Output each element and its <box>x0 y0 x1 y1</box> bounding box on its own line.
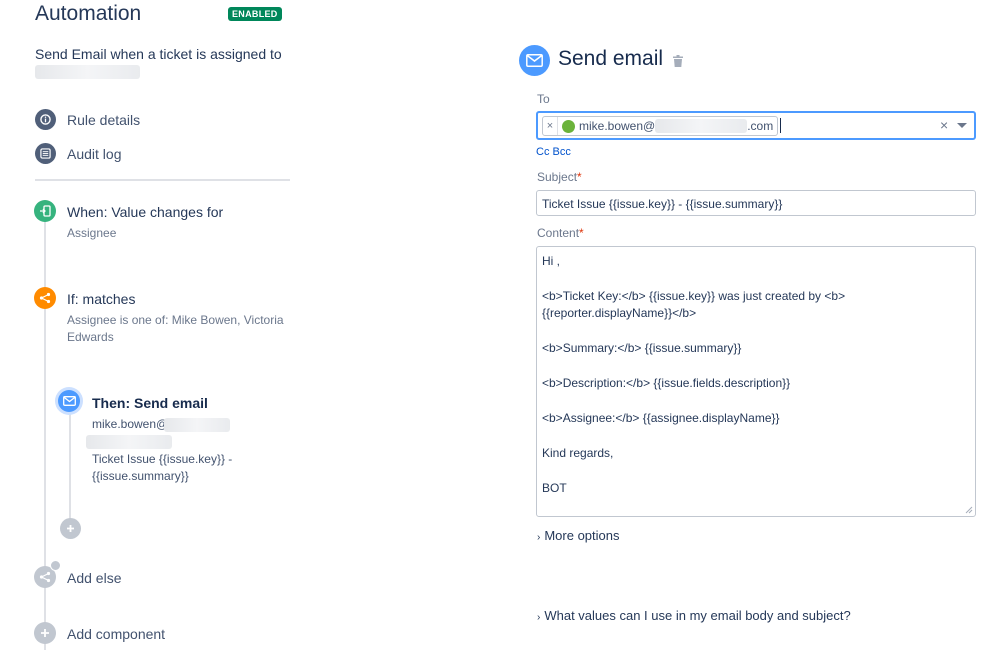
required-mark: * <box>577 170 582 184</box>
content-line: <b>Summary:</b> {{issue.summary}} <box>542 341 742 355</box>
remove-recipient-button[interactable]: × <box>543 117 558 135</box>
nav-rule-details[interactable]: Rule details <box>35 109 140 130</box>
recipient-suffix: .com <box>747 119 774 133</box>
status-badge: ENABLED <box>228 7 282 21</box>
add-component-button[interactable]: Add component <box>67 626 165 642</box>
recipient-prefix: mike.bowen@ <box>579 119 656 133</box>
condition-title: If: matches <box>67 291 136 307</box>
to-label: To <box>537 92 550 106</box>
nav-label: Rule details <box>67 111 141 128</box>
nav-label: Audit log <box>67 145 122 162</box>
action-title: Then: Send email <box>92 395 208 411</box>
subject-value: Ticket Issue {{issue.key}} - {{issue.sum… <box>542 197 783 211</box>
content-textarea[interactable]: Hi , <b>Ticket Key:</b> {{issue.key}} wa… <box>536 246 976 517</box>
action-subject: Ticket Issue {{issue.key}} - {{issue.sum… <box>92 451 232 485</box>
text-cursor <box>780 118 781 133</box>
clear-icon[interactable]: × <box>940 117 948 133</box>
trigger-node[interactable]: When: Value changes for Assignee <box>67 204 223 242</box>
flow-line-branch <box>69 402 71 528</box>
content-line: <b>Ticket Key:</b> {{issue.key}} was jus… <box>542 289 846 303</box>
email-icon <box>519 45 550 76</box>
add-else-button[interactable]: Add else <box>67 570 121 586</box>
resize-handle-icon[interactable] <box>965 506 973 514</box>
trigger-subtitle: Assignee <box>67 226 117 240</box>
chevron-right-icon: › <box>537 532 541 543</box>
email-icon[interactable] <box>58 390 80 412</box>
content-line: Kind regards, <box>542 446 614 460</box>
divider <box>35 179 290 181</box>
content-line: Hi , <box>542 254 560 268</box>
content-line: <b>Description:</b> {{issue.fields.descr… <box>542 376 791 390</box>
redacted-text <box>655 119 748 133</box>
editor-title: Send email <box>558 47 664 70</box>
content-line: {{reporter.displayName}}</b> <box>542 306 697 320</box>
action-subject-line: {{issue.summary}} <box>92 469 189 483</box>
redacted-text <box>164 418 230 432</box>
content-label: Content* <box>537 226 584 240</box>
list-icon <box>35 143 56 164</box>
redacted-text <box>35 65 140 79</box>
condition-node[interactable]: If: matches Assignee is one of: Mike Bow… <box>67 291 284 346</box>
info-icon <box>35 109 56 130</box>
condition-subtitle: Edwards <box>67 330 114 344</box>
redacted-text <box>86 435 172 449</box>
chevron-down-icon[interactable] <box>957 123 967 128</box>
to-field[interactable]: × mike.bowen@ .com × <box>536 111 976 140</box>
trigger-icon[interactable] <box>34 200 56 222</box>
avatar <box>562 119 575 133</box>
trigger-title: When: Value changes for <box>67 204 224 220</box>
content-line: <b>Assignee:</b> {{assignee.displayName}… <box>542 411 780 425</box>
action-subject-line: Ticket Issue {{issue.key}} - <box>92 452 233 466</box>
add-else-badge <box>50 560 61 571</box>
subject-label: Subject* <box>537 170 582 184</box>
help-values-label: What values can I use in my email body a… <box>544 608 851 623</box>
required-mark: * <box>579 226 584 240</box>
condition-subtitle: Assignee is one of: Mike Bowen, Victoria <box>67 313 284 327</box>
cc-bcc-link[interactable]: Cc Bcc <box>536 146 571 158</box>
rule-name: Send Email when a ticket is assigned to <box>35 46 282 62</box>
nav-audit-log[interactable]: Audit log <box>35 143 121 164</box>
chevron-right-icon: › <box>537 612 541 623</box>
more-options-label: More options <box>544 528 620 543</box>
add-action-button[interactable] <box>60 518 81 539</box>
help-values-toggle[interactable]: › What values can I use in my email body … <box>537 608 851 623</box>
branch-icon[interactable] <box>34 287 56 309</box>
content-line: BOT <box>542 481 567 495</box>
more-options-toggle[interactable]: › More options <box>537 528 620 543</box>
trash-icon[interactable] <box>673 54 683 72</box>
recipient-chip[interactable]: × mike.bowen@ .com <box>542 116 779 136</box>
add-component-icon[interactable] <box>34 622 56 644</box>
subject-input[interactable]: Ticket Issue {{issue.key}} - {{issue.sum… <box>536 190 976 216</box>
page-title: Automation <box>35 2 142 25</box>
